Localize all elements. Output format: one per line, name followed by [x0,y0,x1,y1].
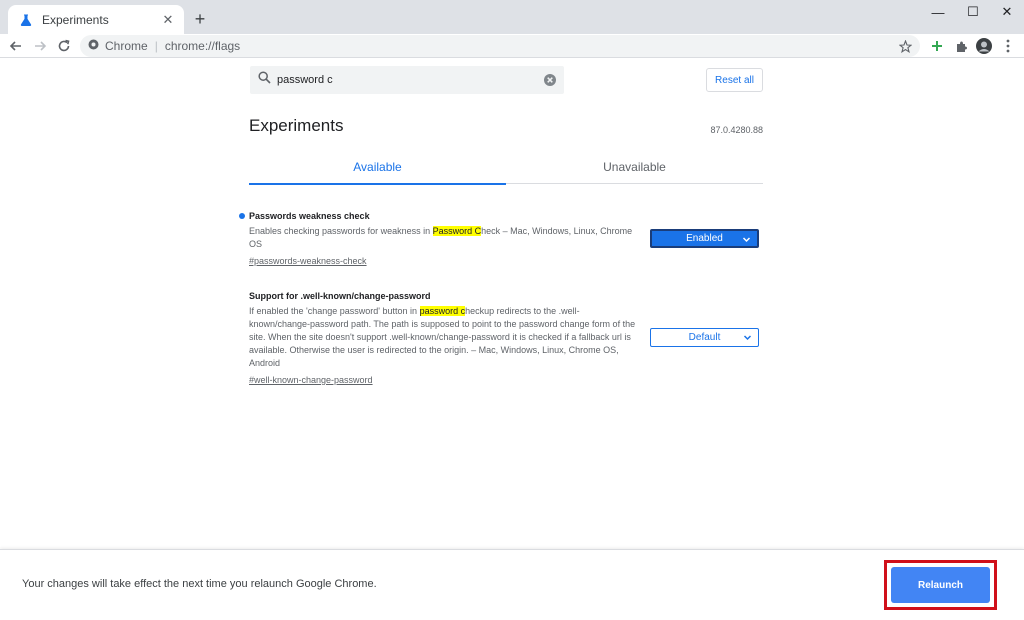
close-tab-icon[interactable]: ✕ [160,12,176,28]
modified-indicator-dot [239,213,245,219]
chevron-down-icon [742,237,751,243]
version-number: 87.0.4280.88 [710,125,763,135]
back-button[interactable] [6,36,26,56]
menu-kebab-icon[interactable] [998,36,1018,56]
url-separator: | [154,39,158,53]
chevron-down-icon [743,335,752,341]
page-title: Experiments [249,116,344,135]
site-label: Chrome [105,39,148,53]
tab-strip: Experiments ✕ + — ☐ ✕ [0,0,1024,34]
tab-title: Experiments [42,12,109,27]
flags-search [250,66,564,94]
bookmark-star-icon[interactable] [896,37,914,55]
relaunch-bar: Your changes will take effect the next t… [0,549,1024,620]
relaunch-message: Your changes will take effect the next t… [22,578,377,590]
close-window-button[interactable]: ✕ [990,0,1024,24]
arrow-right-icon [35,41,47,51]
relaunch-button[interactable]: Relaunch [891,567,990,603]
arrow-left-icon [9,41,21,51]
search-icon [258,71,271,89]
forward-button[interactable] [30,36,50,56]
search-input[interactable] [277,74,537,86]
flag-well-known-change-password: Support for .well-known/change-password … [249,290,639,388]
chrome-icon [88,39,99,53]
tab-unavailable[interactable]: Unavailable [506,150,763,184]
new-tab-button[interactable]: + [190,9,210,29]
flag-select-enabled[interactable]: Enabled [650,229,759,248]
select-value: Enabled [686,233,723,244]
extension-plus-icon[interactable] [927,36,947,56]
toolbar: Chrome | chrome://flags [0,34,1024,58]
select-value: Default [688,332,721,343]
maximize-button[interactable]: ☐ [956,0,990,24]
flag-title: Passwords weakness check [249,211,370,221]
address-bar[interactable]: Chrome | chrome://flags [80,35,920,57]
flag-description: Enables checking passwords for weakness … [249,226,633,249]
flag-link[interactable]: #well-known-change-password [249,374,373,387]
reset-all-button[interactable]: Reset all [706,68,763,92]
clear-search-icon[interactable] [543,73,557,87]
reload-icon [58,39,70,52]
flags-tabs: Available Unavailable [249,150,763,185]
puzzle-icon[interactable] [951,36,971,56]
search-highlight: Password C [432,226,482,236]
flag-link[interactable]: #passwords-weakness-check [249,255,367,268]
minimize-button[interactable]: — [921,0,955,24]
flag-title: Support for .well-known/change-password [249,291,431,301]
avatar[interactable] [974,36,994,56]
url-text: chrome://flags [164,39,241,53]
flask-icon [18,12,34,28]
reload-button[interactable] [54,36,74,56]
flag-select-default[interactable]: Default [650,328,759,347]
tab-available[interactable]: Available [249,150,506,185]
flag-passwords-weakness-check: Passwords weakness check Enables checkin… [239,210,639,269]
search-highlight: password c [419,306,466,316]
flag-description: If enabled the 'change password' button … [249,306,636,368]
tab-experiments[interactable]: Experiments ✕ [8,5,184,34]
